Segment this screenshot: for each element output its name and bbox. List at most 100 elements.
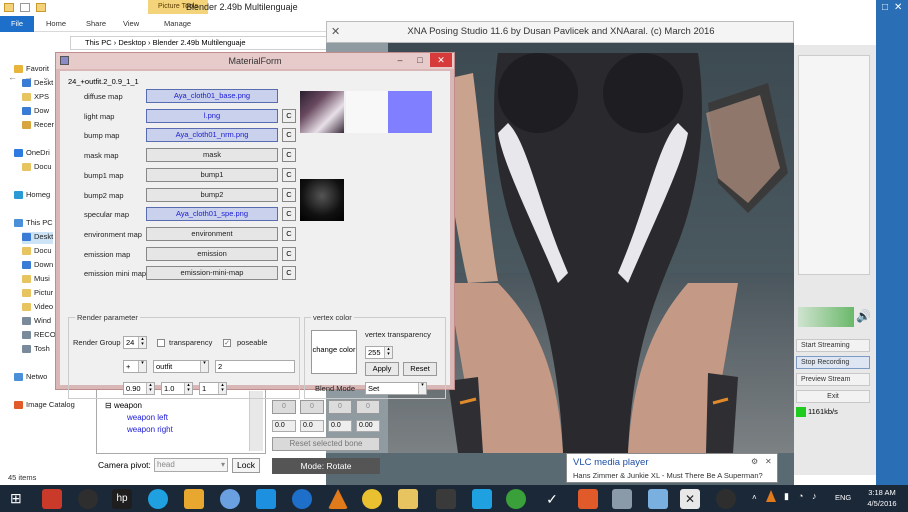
spinner-icon[interactable]: ▴ ▾ bbox=[384, 347, 392, 358]
nav-toshiba-drive[interactable]: Tosh bbox=[22, 344, 50, 356]
tree-node-weapon-left[interactable]: weapon left bbox=[127, 413, 168, 422]
change-color-button[interactable]: change color bbox=[311, 330, 357, 374]
nav-favorites[interactable]: Favorit bbox=[14, 64, 49, 76]
camera-pivot-select[interactable]: head ▾ bbox=[154, 458, 228, 472]
settings-icon[interactable]: ⚙ bbox=[751, 457, 758, 466]
map-texture-button[interactable]: environment bbox=[146, 227, 278, 241]
map-texture-button[interactable]: Aya_cloth01_nrm.png bbox=[146, 128, 278, 142]
tab-home[interactable]: Home bbox=[38, 16, 74, 32]
clock[interactable]: 3:18 AM 4/5/2016 bbox=[858, 487, 906, 509]
address-breadcrumb[interactable]: This PC › Desktop › Blender 2.49b Multil… bbox=[70, 36, 328, 50]
stop-recording-button[interactable]: Stop Recording bbox=[796, 356, 870, 369]
vlc-tray-icon[interactable] bbox=[766, 490, 776, 502]
spinner-icon[interactable]: ▴ ▾ bbox=[146, 383, 154, 394]
obs-sources-list[interactable] bbox=[798, 55, 870, 275]
app-icon-red[interactable] bbox=[42, 489, 62, 509]
bone-field-w[interactable]: 0.00 bbox=[356, 420, 380, 432]
bone-field-y[interactable]: 0.0 bbox=[300, 420, 324, 432]
tab-share[interactable]: Share bbox=[78, 16, 114, 32]
globe-icon[interactable] bbox=[220, 489, 240, 509]
tab-file[interactable]: File bbox=[0, 16, 34, 32]
clear-map-button[interactable]: C bbox=[282, 247, 296, 261]
nav-xps[interactable]: XPS bbox=[22, 92, 49, 104]
nav-image-catalog[interactable]: Image Catalog bbox=[14, 400, 75, 412]
wifi-icon[interactable]: ◔ bbox=[798, 491, 803, 501]
volume-icon[interactable]: ♪ bbox=[812, 491, 817, 501]
internet-explorer-icon[interactable] bbox=[292, 489, 312, 509]
minimize-icon[interactable]: – bbox=[390, 53, 410, 67]
clear-map-button[interactable]: C bbox=[282, 266, 296, 280]
poseable-checkbox[interactable]: ✓ bbox=[223, 339, 231, 347]
clear-map-button[interactable]: C bbox=[282, 168, 296, 182]
skype-icon[interactable] bbox=[148, 489, 168, 509]
new-folder-icon[interactable] bbox=[36, 3, 46, 12]
media-icon[interactable] bbox=[78, 489, 98, 509]
clear-map-button[interactable]: C bbox=[282, 227, 296, 241]
map-texture-button[interactable]: bump2 bbox=[146, 188, 278, 202]
close-icon[interactable]: ✕ bbox=[894, 2, 902, 13]
tool-icon[interactable] bbox=[436, 489, 456, 509]
hp-icon[interactable]: hp bbox=[112, 489, 132, 509]
spinner-icon[interactable]: ▴ ▾ bbox=[184, 383, 192, 394]
folder-icon[interactable] bbox=[4, 3, 14, 12]
file-explorer-icon[interactable] bbox=[398, 489, 418, 509]
clear-map-button[interactable]: C bbox=[282, 207, 296, 221]
clear-map-button[interactable]: C bbox=[282, 188, 296, 202]
lock-button[interactable]: Lock bbox=[232, 458, 260, 473]
close-icon[interactable]: ✕ bbox=[765, 457, 772, 466]
apply-button[interactable]: Apply bbox=[365, 362, 399, 376]
maximize-icon[interactable]: □ bbox=[410, 53, 430, 67]
nav-videos[interactable]: Video bbox=[22, 302, 53, 314]
bone-btn-4[interactable]: 0 bbox=[356, 400, 380, 414]
reset-button[interactable]: Reset bbox=[403, 362, 437, 376]
breadcrumb-desktop[interactable]: Desktop bbox=[118, 38, 146, 47]
speaker-icon[interactable]: 🔊 bbox=[856, 309, 871, 323]
utorrent-icon[interactable] bbox=[506, 489, 526, 509]
bone-btn-2[interactable]: 0 bbox=[300, 400, 324, 414]
reset-selected-bone-button[interactable]: Reset selected bone bbox=[272, 437, 380, 451]
map-texture-button[interactable]: Aya_cloth01_spe.png bbox=[146, 207, 278, 221]
start-streaming-button[interactable]: Start Streaming bbox=[796, 339, 870, 352]
vlc-icon[interactable] bbox=[328, 489, 348, 509]
tree-scrollbar[interactable] bbox=[249, 391, 263, 451]
clear-map-button[interactable]: C bbox=[282, 148, 296, 162]
tab-view[interactable]: View bbox=[115, 16, 147, 32]
nav-pc-desktop[interactable]: Deskt bbox=[22, 232, 54, 244]
tab-manage[interactable]: Manage bbox=[156, 16, 199, 32]
param-name-select[interactable]: outfit ▾ bbox=[153, 360, 209, 373]
op-select[interactable]: + ▾ bbox=[123, 360, 147, 373]
map-texture-button[interactable]: emission-mini-map bbox=[146, 266, 278, 280]
map-texture-button[interactable]: emission bbox=[146, 247, 278, 261]
download-icon[interactable] bbox=[256, 489, 276, 509]
nav-pictures[interactable]: Pictur bbox=[22, 288, 53, 300]
value2-input[interactable]: 1.0 ▴ ▾ bbox=[161, 382, 193, 395]
network-tray-icon[interactable]: ▮ bbox=[784, 491, 789, 502]
bone-field-z[interactable]: 0.0 bbox=[328, 420, 352, 432]
clear-map-button[interactable]: C bbox=[282, 109, 296, 123]
render-group-input[interactable]: 24 ▴ ▾ bbox=[123, 336, 147, 349]
xna-icon[interactable]: ✕ bbox=[680, 489, 700, 509]
vlc-notification[interactable]: VLC media player ⚙ ✕ Hans Zimmer & Junki… bbox=[566, 453, 778, 483]
bone-btn-1[interactable]: 0 bbox=[272, 400, 296, 414]
close-icon[interactable]: ✕ bbox=[430, 53, 452, 67]
map-texture-button[interactable]: bump1 bbox=[146, 168, 278, 182]
nav-pc-documents[interactable]: Docu bbox=[22, 246, 52, 258]
chevron-up-icon[interactable]: ˄ bbox=[752, 493, 757, 502]
nav-onedrive[interactable]: OneDri bbox=[14, 148, 50, 160]
chrome-icon[interactable] bbox=[362, 489, 382, 509]
map-texture-button[interactable]: l.png bbox=[146, 109, 278, 123]
exit-button[interactable]: Exit bbox=[796, 390, 870, 403]
app-icon-blue[interactable] bbox=[472, 489, 492, 509]
tree-node-weapon[interactable]: ⊟ weapon bbox=[105, 401, 142, 410]
nav-network[interactable]: Netwo bbox=[14, 372, 47, 384]
breadcrumb-this-pc[interactable]: This PC bbox=[85, 38, 112, 47]
nav-windows-drive[interactable]: Wind bbox=[22, 316, 51, 328]
transparency-checkbox[interactable] bbox=[157, 339, 165, 347]
app-icon-orange[interactable] bbox=[578, 489, 598, 509]
language-indicator[interactable]: ENG bbox=[835, 493, 851, 502]
map-texture-button[interactable]: mask bbox=[146, 148, 278, 162]
nav-desktop[interactable]: Deskt bbox=[22, 78, 53, 90]
tree-node-weapon-right[interactable]: weapon right bbox=[127, 425, 173, 434]
nav-downloads[interactable]: Dow bbox=[22, 106, 49, 118]
param-value-input[interactable]: 2 bbox=[215, 360, 295, 373]
